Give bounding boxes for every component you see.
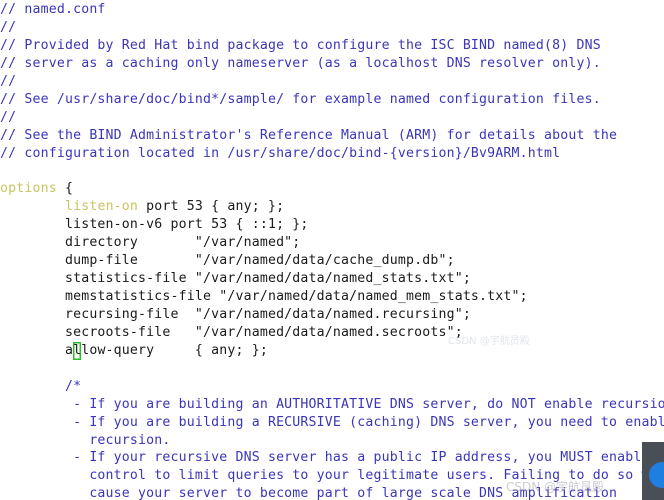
code-token: memstatistics-file "/var/named/data/name… (0, 289, 528, 304)
code-line[interactable]: /* (0, 378, 664, 396)
code-line[interactable]: listen-on-v6 port 53 { ::1; }; (0, 216, 664, 234)
code-line[interactable]: // Provided by Red Hat bind package to c… (0, 37, 664, 55)
comment-token: - If your recursive DNS server has a pub… (0, 450, 664, 466)
code-line[interactable]: options { (0, 180, 664, 198)
text-editor-viewport[interactable]: // named.conf // // Provided by Red Hat bi… (0, 0, 664, 500)
code-line[interactable]: ​ (0, 162, 664, 180)
comment-token: control to limit queries to your legitim… (0, 468, 664, 484)
code-line[interactable]: - If your recursive DNS server has a pub… (0, 449, 664, 467)
code-token: directory "/var/named"; (0, 235, 301, 251)
chat-bubble-icon (649, 462, 664, 488)
comment-token: // (0, 109, 17, 125)
code-line[interactable]: listen-on port 53 { any; }; (0, 198, 664, 216)
code-token: low-query { any; }; (81, 342, 268, 358)
floating-assistant-widget[interactable] (642, 442, 664, 500)
text-cursor[interactable]: l (73, 342, 81, 360)
comment-token: recursion. (0, 432, 171, 448)
code-token: statistics-file "/var/named/data/named_s… (0, 271, 471, 287)
comment-token: cause your server to become part of larg… (0, 486, 618, 500)
keyword-token: listen-on (64, 199, 139, 215)
code-token: dump-file "/var/named/data/cache_dump.db… (0, 253, 455, 269)
code-token: recursing-file "/var/named/data/named.re… (0, 306, 471, 322)
keyword-token: options (0, 181, 57, 197)
code-content[interactable]: // named.conf // // Provided by Red Hat bi… (0, 0, 664, 500)
code-line[interactable]: // See /usr/share/doc/bind*/sample/ for … (0, 91, 664, 109)
code-token: secroots-file "/var/named/data/named.sec… (0, 324, 463, 340)
comment-token: // (0, 19, 17, 35)
comment-token: // named.conf (0, 2, 106, 17)
comment-token: // Provided by Red Hat bind package to c… (0, 37, 601, 53)
code-line[interactable]: statistics-file "/var/named/data/named_s… (0, 270, 664, 288)
comment-token: - If you are building a RECURSIVE (cachi… (0, 414, 664, 430)
code-line[interactable]: cause your server to become part of larg… (0, 485, 664, 500)
code-line[interactable]: // named.conf (0, 1, 664, 19)
code-line[interactable]: control to limit queries to your legitim… (0, 467, 664, 485)
code-line[interactable]: recursing-file "/var/named/data/named.re… (0, 306, 664, 324)
code-line[interactable]: - If you are building an AUTHORITATIVE D… (0, 396, 664, 414)
code-line[interactable]: secroots-file "/var/named/data/named.sec… (0, 324, 664, 342)
code-token: port 53 { any; }; (138, 199, 285, 215)
code-line[interactable]: // See the BIND Administrator's Referenc… (0, 127, 664, 145)
code-line[interactable]: memstatistics-file "/var/named/data/name… (0, 288, 664, 306)
comment-token: // configuration located in /usr/share/d… (0, 145, 561, 161)
code-line[interactable]: // (0, 109, 664, 127)
code-line[interactable]: directory "/var/named"; (0, 234, 664, 252)
code-line[interactable]: // server as a caching only nameserver (… (0, 55, 664, 73)
code-token: { (56, 181, 74, 197)
comment-token: /* (0, 378, 82, 394)
code-line[interactable]: - If you are building a RECURSIVE (cachi… (0, 414, 664, 432)
code-token: listen-on-v6 port 53 { ::1; }; (0, 217, 309, 233)
code-line[interactable]: allow-query { any; }; (0, 342, 664, 360)
comment-token: // See /usr/share/doc/bind*/sample/ for … (0, 91, 601, 107)
code-line[interactable]: recursion. (0, 432, 664, 450)
comment-token: // (0, 73, 17, 89)
code-line[interactable]: // configuration located in /usr/share/d… (0, 145, 664, 163)
code-line[interactable]: // (0, 73, 664, 91)
code-line[interactable]: // (0, 19, 664, 37)
comment-token: - If you are building an AUTHORITATIVE D… (0, 396, 664, 412)
code-token: a (0, 342, 74, 358)
code-line[interactable]: dump-file "/var/named/data/cache_dump.db… (0, 252, 664, 270)
code-line[interactable]: ​ (0, 360, 664, 378)
comment-token: // See the BIND Administrator's Referenc… (0, 127, 618, 143)
comment-token: // server as a caching only nameserver (… (0, 55, 601, 71)
